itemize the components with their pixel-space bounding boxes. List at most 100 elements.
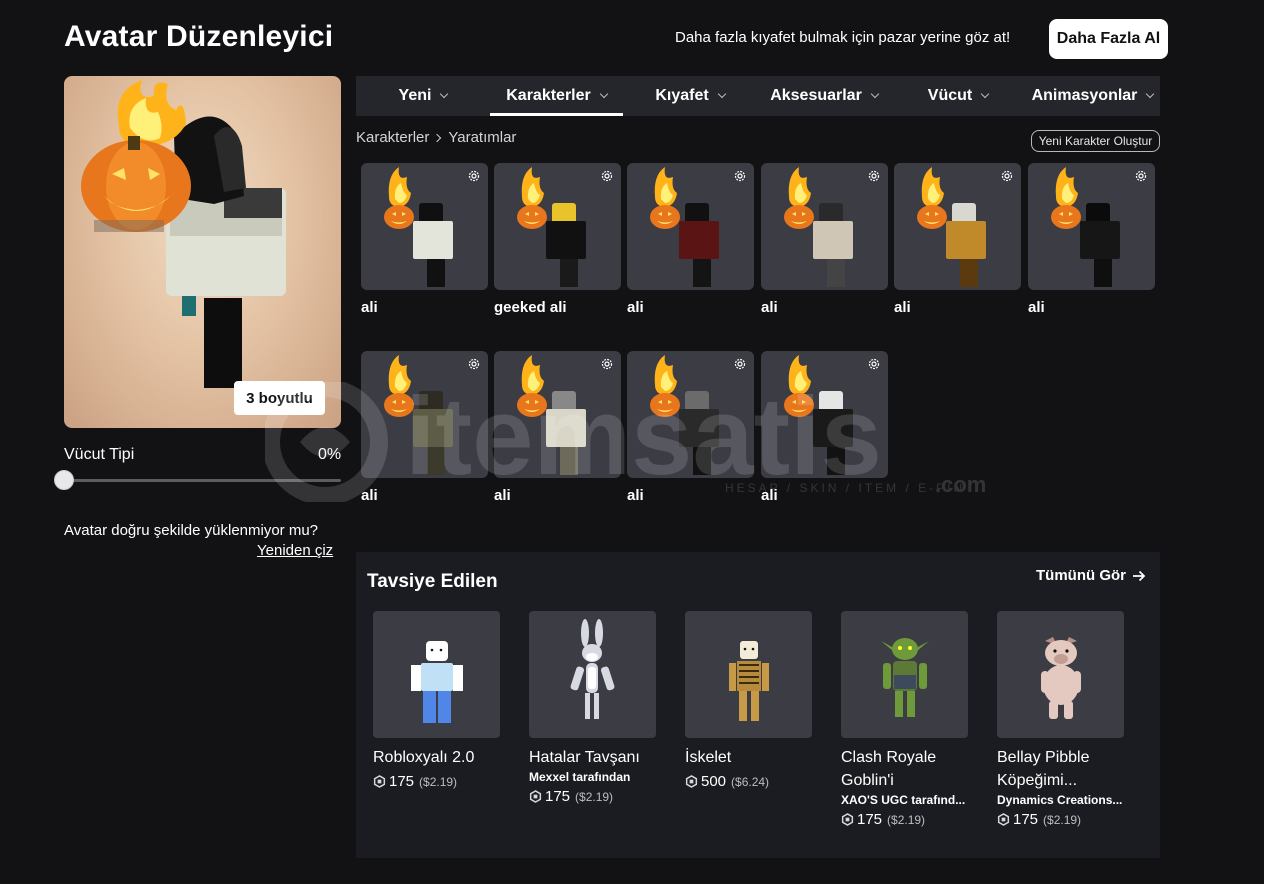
recommended-item[interactable]: Robloxyalı 2.0 175 ($2.19) [373, 611, 500, 790]
recommended-item[interactable]: Hatalar Tavşanı Mexxel tarafından 175 ($… [529, 611, 656, 805]
item-price-robux: 175 [857, 811, 883, 828]
character-name: ali [494, 487, 511, 504]
recommended-item[interactable]: Bellay Pibble Köpeğimi... Dynamics Creat… [997, 611, 1124, 828]
character-card[interactable]: ali [627, 351, 754, 504]
gear-icon[interactable] [467, 357, 481, 371]
character-card[interactable]: ali [361, 351, 488, 504]
gear-icon[interactable] [1134, 169, 1148, 183]
character-thumbnail[interactable] [894, 163, 1021, 290]
character-thumbnail[interactable] [761, 351, 888, 478]
character-thumbnail[interactable] [494, 351, 621, 478]
chevron-down-icon [980, 89, 990, 99]
render-issue-text: Avatar doğru şekilde yüklenmiyor mu? [64, 522, 319, 539]
item-name[interactable]: Bellay Pibble Köpeğimi... [997, 746, 1124, 792]
robux-icon [841, 813, 854, 826]
character-name: ali [627, 487, 644, 504]
robux-icon [373, 775, 386, 788]
character-card[interactable]: ali [761, 351, 888, 504]
item-creator[interactable]: Dynamics Creations... [997, 793, 1124, 807]
character-card[interactable]: ali [627, 163, 754, 316]
item-price: 175 ($2.19) [373, 773, 500, 790]
character-name: ali [361, 487, 378, 504]
item-render [1041, 637, 1081, 719]
item-name[interactable]: Hatalar Tavşanı [529, 746, 656, 769]
item-price-robux: 500 [701, 773, 727, 790]
character-card[interactable]: ali [361, 163, 488, 316]
item-price-usd: ($2.19) [419, 774, 458, 789]
tab-animations[interactable]: Animasyonlar [1025, 76, 1160, 116]
item-render [570, 619, 615, 719]
item-price-usd: ($2.19) [575, 789, 614, 804]
character-thumbnail[interactable] [361, 163, 488, 290]
character-name: ali [627, 299, 644, 316]
character-card[interactable]: ali [494, 351, 621, 504]
body-type-label: Vücut Tipi [64, 446, 135, 463]
watermark-suffix: .com [935, 472, 986, 497]
view-3d-toggle[interactable]: 3 boyutlu [234, 381, 325, 415]
body-type-slider-thumb[interactable] [54, 470, 74, 490]
tab-characters[interactable]: Karakterler [490, 76, 623, 116]
tab-new[interactable]: Yeni [356, 76, 490, 116]
character-card[interactable]: ali [894, 163, 1021, 316]
item-name[interactable]: İskelet [685, 746, 812, 769]
gear-icon[interactable] [733, 357, 747, 371]
gear-icon[interactable] [733, 169, 747, 183]
gear-icon[interactable] [867, 357, 881, 371]
item-price: 175 ($2.19) [841, 811, 968, 828]
body-type-slider-track[interactable] [64, 479, 341, 482]
breadcrumb-creations: Yaratımlar [448, 129, 517, 146]
see-all-label: Tümünü Gör [1036, 567, 1126, 584]
item-thumbnail[interactable] [997, 611, 1124, 738]
tab-clothing[interactable]: Kıyafet [623, 76, 757, 116]
recommended-section: Tavsiye Edilen Tümünü Gör Robloxyalı 2.0… [356, 552, 1160, 858]
item-price-usd: ($2.19) [1043, 812, 1082, 827]
character-card[interactable]: ali [761, 163, 888, 316]
get-more-button[interactable]: Daha Fazla Al [1049, 19, 1168, 59]
tab-accessories[interactable]: Aksesuarlar [757, 76, 891, 116]
gear-icon[interactable] [600, 357, 614, 371]
character-name: geeked ali [494, 299, 567, 316]
recommended-title: Tavsiye Edilen [367, 571, 498, 592]
item-price-usd: ($6.24) [731, 774, 770, 789]
item-name[interactable]: Robloxyalı 2.0 [373, 746, 500, 769]
item-thumbnail[interactable] [841, 611, 968, 738]
item-price-usd: ($2.19) [887, 812, 926, 827]
gear-icon[interactable] [867, 169, 881, 183]
tab-label: Aksesuarlar [770, 87, 862, 104]
item-thumbnail[interactable] [685, 611, 812, 738]
item-thumbnail[interactable] [373, 611, 500, 738]
gear-icon[interactable] [1000, 169, 1014, 183]
item-price-robux: 175 [545, 788, 571, 805]
tab-label: Yeni [398, 87, 432, 104]
item-render [411, 641, 463, 723]
body-type-value: 0% [318, 446, 342, 463]
character-thumbnail[interactable] [761, 163, 888, 290]
avatar-preview[interactable]: 3 boyutlu [64, 76, 341, 428]
character-thumbnail[interactable] [1028, 163, 1155, 290]
breadcrumb: Karakterler Yaratımlar [356, 129, 516, 146]
gear-icon[interactable] [600, 169, 614, 183]
character-name: ali [761, 487, 778, 504]
item-render [881, 638, 929, 717]
breadcrumb-characters[interactable]: Karakterler [356, 129, 429, 146]
see-all-link[interactable]: Tümünü Gör [1036, 567, 1146, 584]
create-new-character-button[interactable]: Yeni Karakter Oluştur [1031, 130, 1160, 152]
gear-icon[interactable] [467, 169, 481, 183]
character-card[interactable]: geeked ali [494, 163, 621, 316]
item-price: 175 ($2.19) [997, 811, 1124, 828]
chevron-down-icon [440, 89, 449, 99]
character-name: ali [1028, 299, 1045, 316]
recommended-item[interactable]: Clash Royale Goblin'i XAO'S UGC tarafınd… [841, 611, 968, 828]
recommended-item[interactable]: İskelet 500 ($6.24) [685, 611, 812, 790]
character-card[interactable]: ali [1028, 163, 1155, 316]
item-name[interactable]: Clash Royale Goblin'i [841, 746, 968, 792]
item-thumbnail[interactable] [529, 611, 656, 738]
character-thumbnail[interactable] [494, 163, 621, 290]
character-thumbnail[interactable] [361, 351, 488, 478]
character-thumbnail[interactable] [627, 351, 754, 478]
redraw-link[interactable]: Yeniden çiz [257, 542, 333, 559]
tab-body[interactable]: Vücut [891, 76, 1025, 116]
character-thumbnail[interactable] [627, 163, 754, 290]
item-creator[interactable]: XAO'S UGC tarafınd... [841, 793, 968, 807]
item-creator[interactable]: Mexxel tarafından [529, 770, 656, 784]
